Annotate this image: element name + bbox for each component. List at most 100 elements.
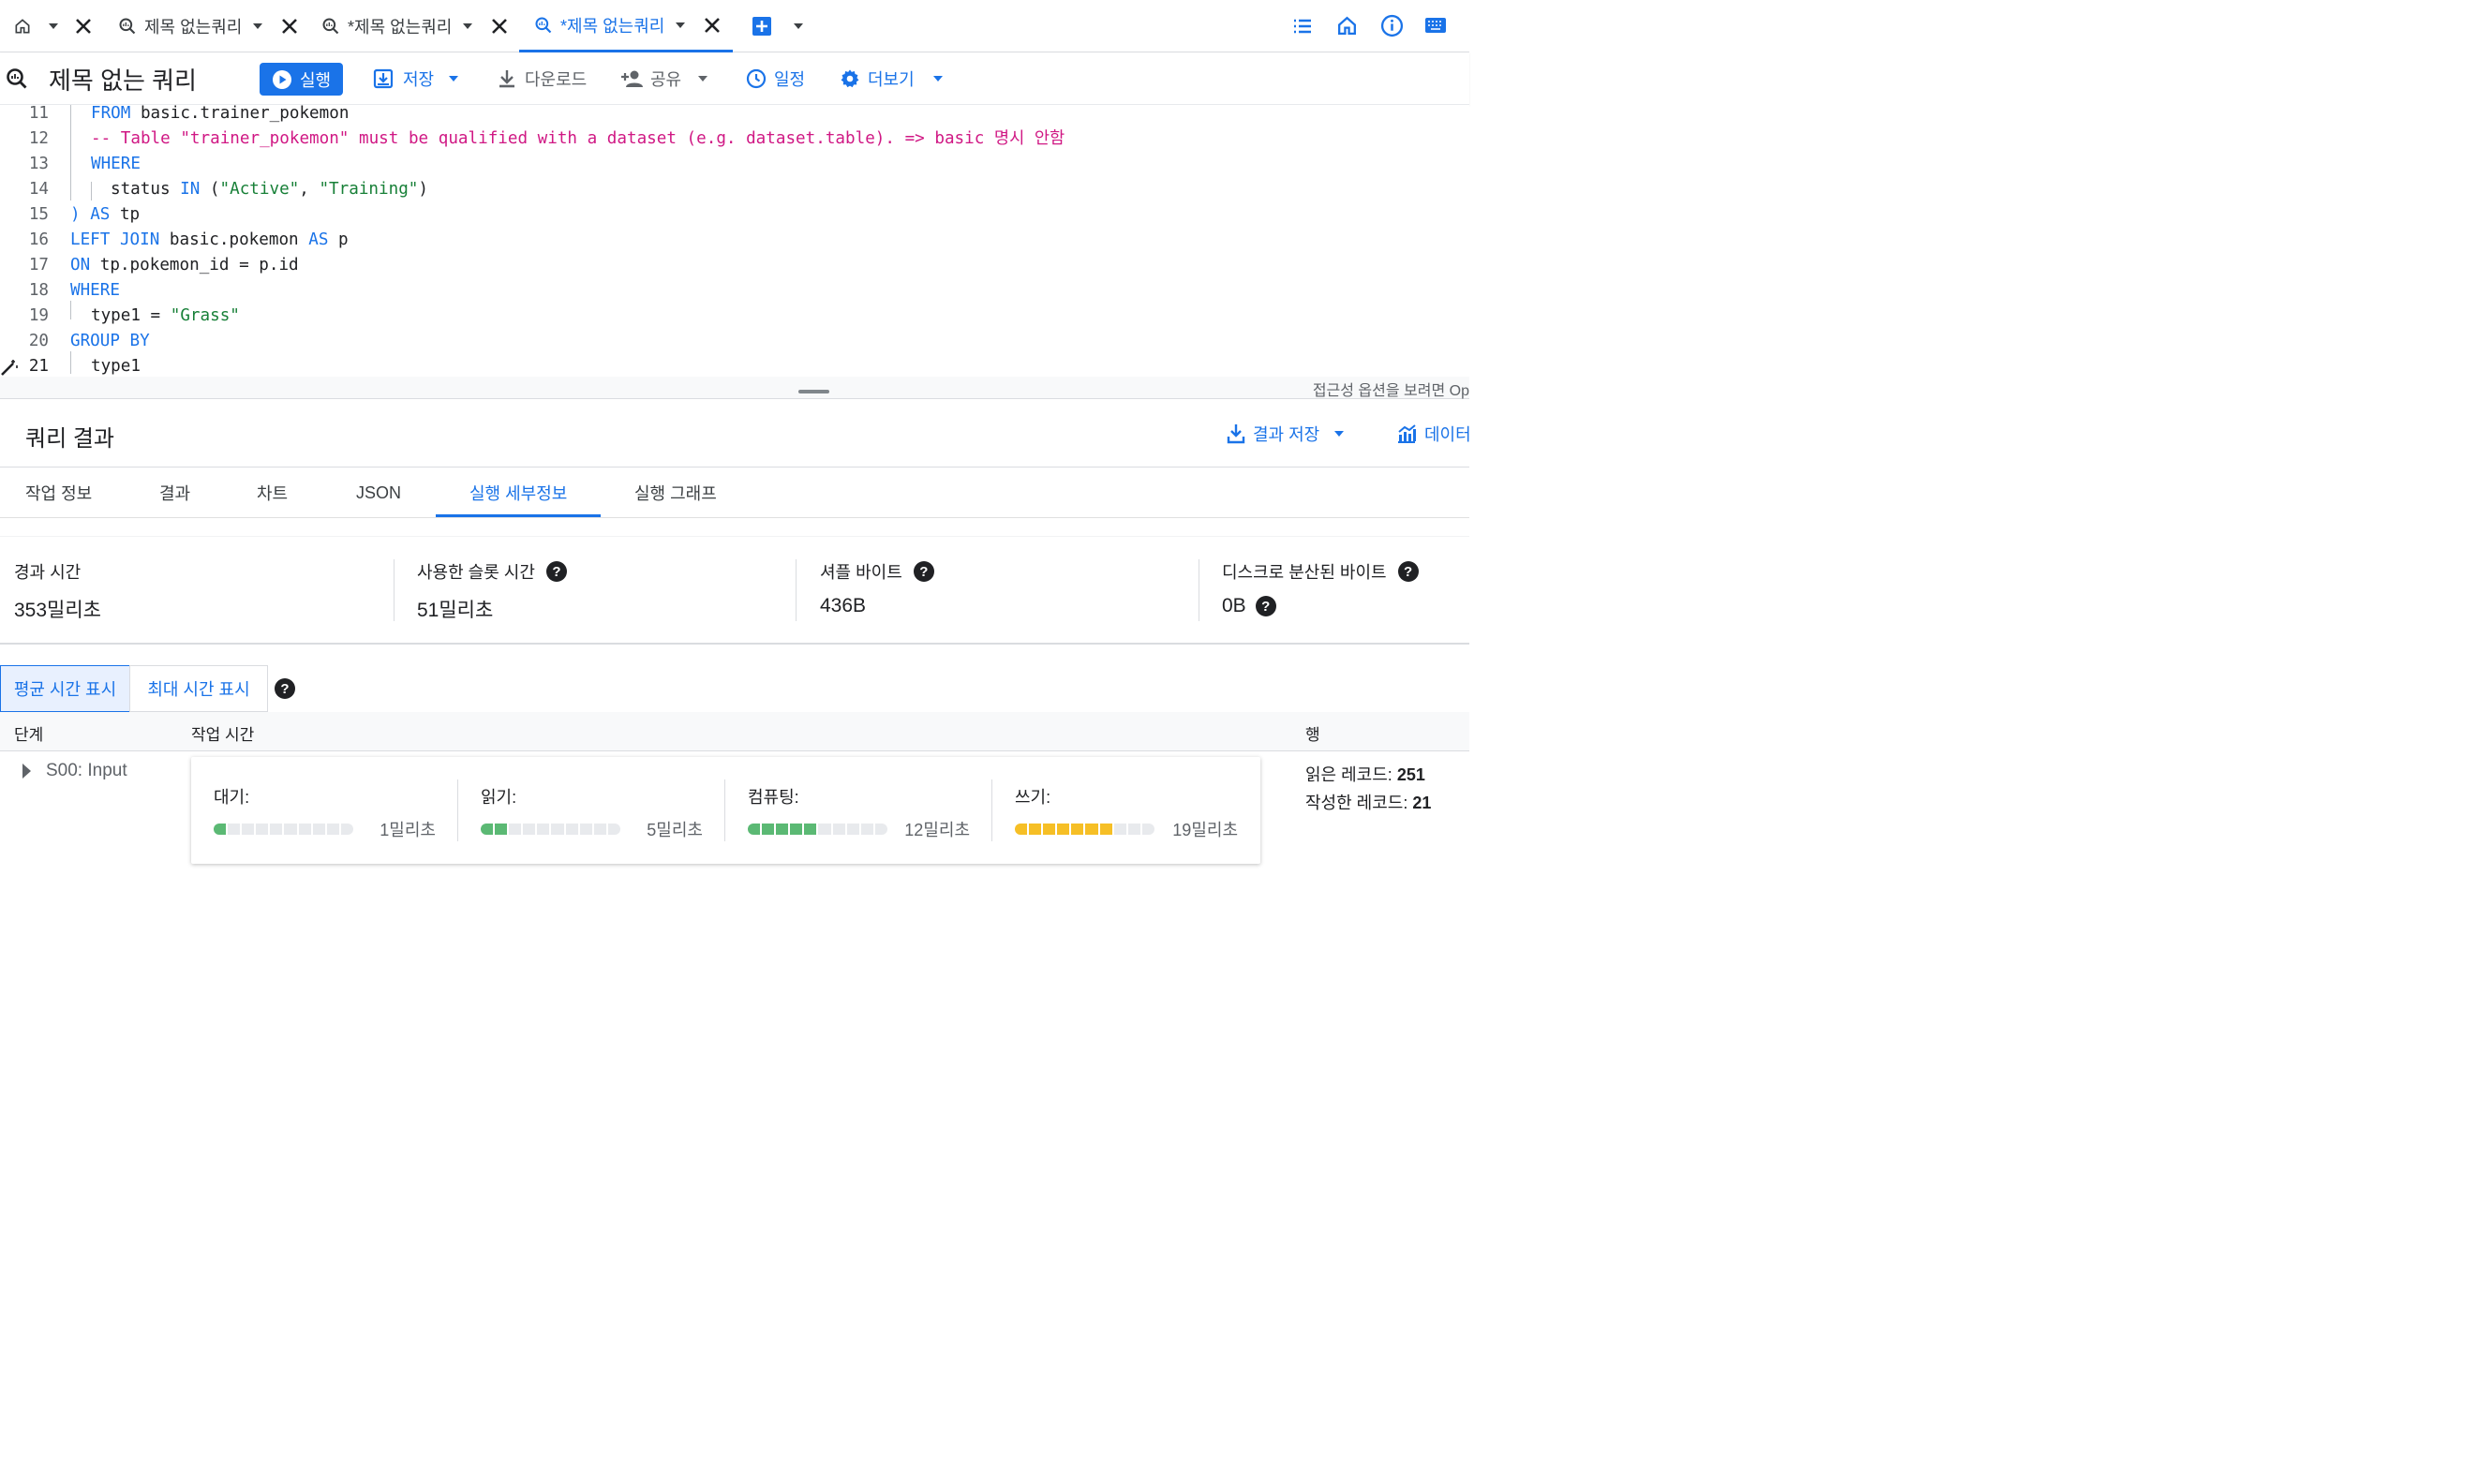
timing-bar-cell — [551, 824, 564, 835]
chevron-down-icon[interactable] — [253, 23, 263, 29]
sql-keyword: ON — [70, 256, 91, 275]
schedule-button[interactable]: 일정 — [746, 63, 805, 95]
timing-bar-cell — [270, 824, 283, 835]
chevron-down-icon — [698, 76, 708, 82]
download-button[interactable]: 다운로드 — [497, 63, 587, 95]
line-number: 11 — [28, 104, 49, 123]
close-icon[interactable] — [491, 18, 508, 35]
schedule-label: 일정 — [774, 70, 806, 89]
drag-handle[interactable] — [798, 390, 829, 393]
edit-wand-icon[interactable] — [0, 358, 19, 377]
sql-string: "Grass" — [170, 306, 240, 325]
sql-editor[interactable]: 11 FROM basic.trainer_pokemon 12 -- Tabl… — [0, 105, 1469, 377]
help-icon[interactable]: ? — [1397, 561, 1419, 582]
home-icon[interactable] — [1335, 14, 1359, 37]
timing-bar-cell — [537, 824, 550, 835]
chevron-down-icon — [449, 76, 459, 82]
timing-bar-cell — [509, 824, 522, 835]
line-number: 12 — [28, 129, 49, 148]
home-tab[interactable] — [13, 0, 92, 52]
tab-execution-details[interactable]: 실행 세부정보 — [469, 467, 567, 518]
code-line: 11 FROM basic.trainer_pokemon — [0, 105, 1469, 130]
divider — [394, 559, 395, 621]
timing-bar-cell — [1099, 824, 1112, 835]
keyboard-icon[interactable] — [1424, 16, 1447, 35]
timing-bar-cell — [523, 824, 536, 835]
line-number: 20 — [28, 332, 49, 350]
metric-slot-time: 사용한 슬롯 시간? 51밀리초 — [417, 559, 567, 621]
timing-bar-cell — [298, 824, 311, 835]
tab-results[interactable]: 결과 — [159, 467, 190, 518]
line-number: 21 — [28, 357, 49, 376]
timing-bar — [748, 824, 887, 835]
code-text: status — [111, 180, 181, 199]
help-icon[interactable]: ? — [913, 561, 934, 582]
expand-arrow-icon[interactable] — [22, 764, 31, 779]
more-label: 더보기 — [868, 70, 915, 89]
share-button[interactable]: 공유 — [620, 63, 708, 95]
divider — [796, 559, 797, 621]
timing-bar-cell — [593, 824, 606, 835]
timing-segment-write: 쓰기: 19밀리초 — [992, 757, 1260, 864]
save-results-button[interactable]: 결과 저장 — [1227, 422, 1345, 446]
timing-bar-cell — [1141, 824, 1154, 835]
code-line: 13 WHERE — [0, 156, 1469, 181]
show-average-time-toggle[interactable]: 평균 시간 표시 — [0, 665, 130, 712]
line-number: 13 — [28, 155, 49, 173]
sql-comment: -- Table "trainer_pokemon" must be quali… — [91, 129, 1065, 148]
accessibility-hint: 접근성 옵션을 보려면 Op — [1312, 383, 1469, 399]
query-tab-bar: 제목 없는쿼리 *제목 없는쿼리 *제목 없는쿼리 — [0, 0, 1469, 52]
help-icon[interactable]: ? — [1255, 596, 1276, 616]
tab-json[interactable]: JSON — [356, 467, 401, 518]
metric-label: 셔플 바이트 — [820, 563, 902, 582]
chevron-down-icon[interactable] — [463, 23, 473, 29]
save-results-label: 결과 저장 — [1253, 425, 1320, 444]
add-tab-icon[interactable] — [752, 16, 772, 37]
help-icon[interactable]: ? — [545, 561, 567, 582]
tab-execution-graph[interactable]: 실행 그래프 — [634, 467, 717, 518]
timing-bar-cell — [1071, 824, 1084, 835]
chart-icon — [1396, 423, 1417, 444]
metric-value: 0B — [1222, 595, 1246, 616]
close-icon[interactable] — [704, 17, 721, 34]
help-icon[interactable]: ? — [275, 678, 295, 699]
close-icon[interactable] — [281, 18, 298, 35]
query-tab-1[interactable]: 제목 없는쿼리 — [118, 0, 298, 52]
home-icon — [13, 17, 32, 36]
timing-bar — [1015, 824, 1154, 835]
timing-bar-cell — [1043, 824, 1056, 835]
query-tab-3-active[interactable]: *제목 없는쿼리 — [519, 0, 733, 52]
tab-job-info[interactable]: 작업 정보 — [25, 467, 92, 518]
code-text: p — [328, 230, 349, 249]
run-button[interactable]: 실행 — [260, 63, 343, 96]
clock-icon — [746, 68, 767, 89]
chevron-down-icon[interactable] — [49, 23, 58, 29]
info-icon[interactable] — [1380, 14, 1404, 37]
line-number: 14 — [28, 180, 49, 199]
stage-row-toggle[interactable]: S00: Input — [22, 761, 127, 781]
chevron-down-icon[interactable] — [676, 22, 686, 28]
explore-data-button[interactable]: 데이터 — [1396, 422, 1471, 446]
run-label: 실행 — [299, 70, 332, 90]
chevron-down-icon[interactable] — [794, 23, 803, 29]
more-button[interactable]: 더보기 — [840, 63, 943, 95]
list-icon[interactable] — [1291, 15, 1314, 37]
show-max-time-toggle[interactable]: 최대 시간 표시 — [129, 665, 268, 712]
line-number: 17 — [28, 256, 49, 275]
sql-keyword: IN — [180, 180, 201, 199]
query-tab-2[interactable]: *제목 없는쿼리 — [321, 0, 508, 52]
save-button[interactable]: 저장 — [373, 63, 459, 95]
tab-chart[interactable]: 차트 — [257, 467, 288, 518]
code-text: type1 = — [91, 306, 171, 325]
timing-bar-cell — [242, 824, 255, 835]
segment-value: 19밀리초 — [1172, 821, 1238, 839]
timing-bar-cell — [565, 824, 578, 835]
timing-bar-cell — [228, 824, 241, 835]
timing-segment-compute: 컴퓨팅: 12밀리초 — [725, 757, 992, 864]
editor-results-splitter[interactable]: 접근성 옵션을 보려면 Op — [0, 377, 1469, 399]
query-title[interactable]: 제목 없는 쿼리 — [49, 62, 197, 96]
chevron-down-icon — [932, 76, 943, 82]
code-line: 12 -- Table "trainer_pokemon" must be qu… — [0, 130, 1469, 156]
close-icon[interactable] — [75, 18, 92, 35]
save-icon — [373, 68, 394, 89]
